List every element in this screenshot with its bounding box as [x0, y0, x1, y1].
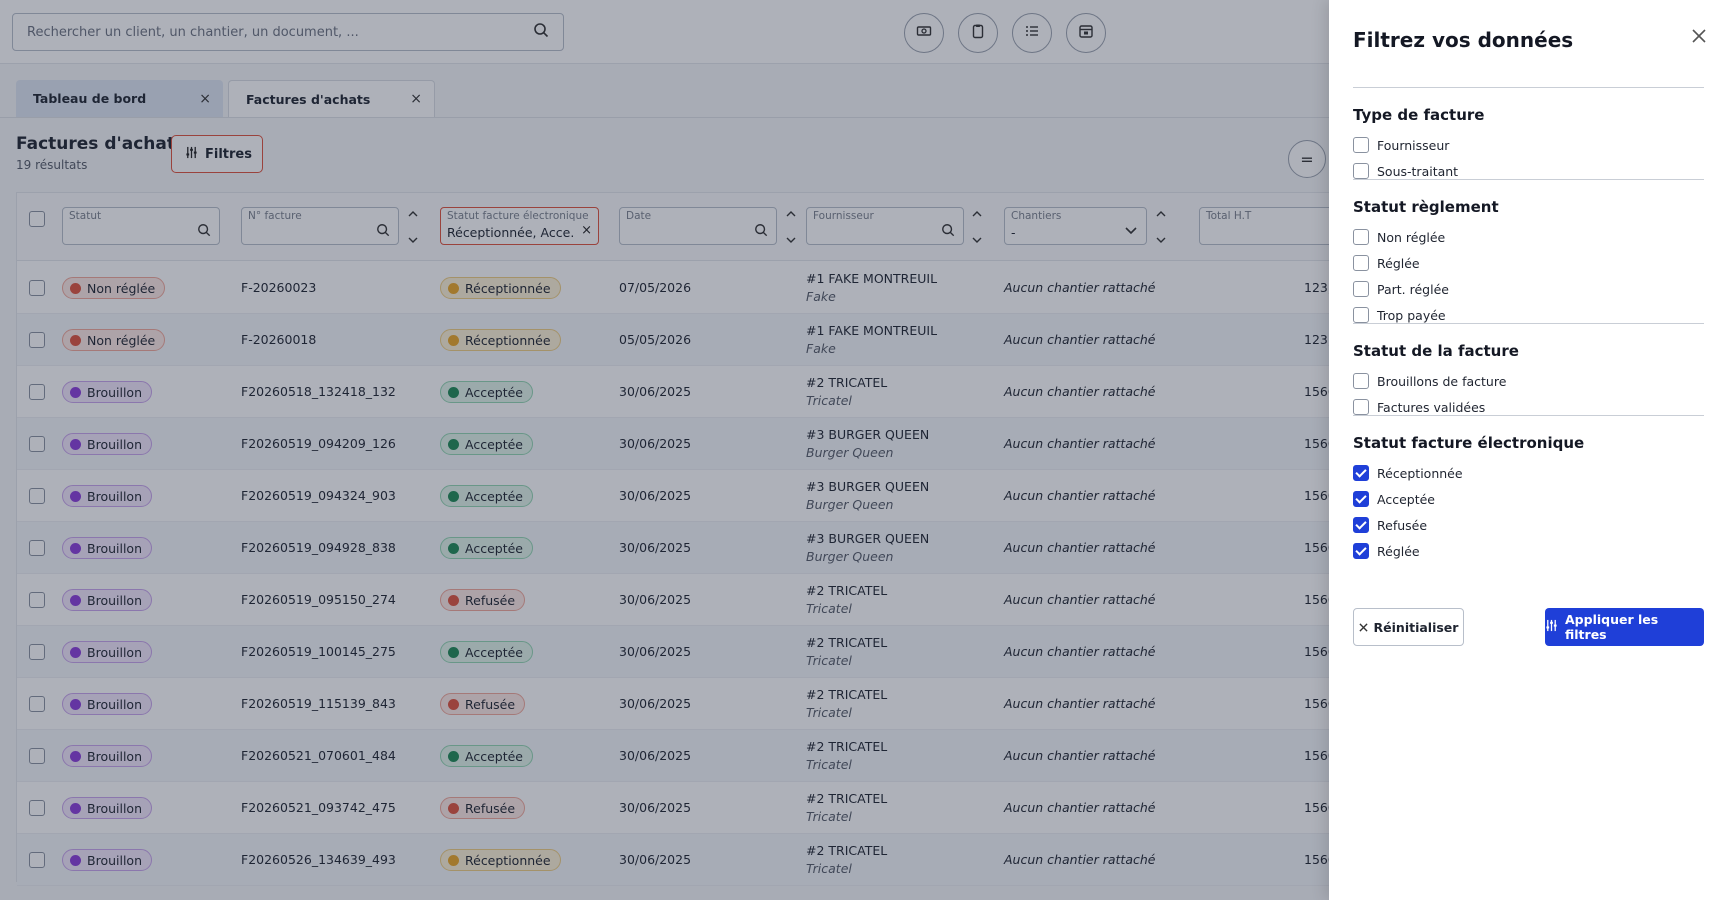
section-title: Type de facture	[1353, 106, 1485, 124]
option-label: Acceptée	[1377, 491, 1435, 507]
section-divider	[1353, 179, 1704, 180]
option-label: Réglée	[1377, 543, 1420, 559]
filter-option[interactable]: Refusée	[1353, 516, 1427, 534]
checkbox[interactable]	[1353, 137, 1369, 153]
checkbox-checked[interactable]	[1353, 543, 1369, 559]
filter-option[interactable]: Fournisseur	[1353, 136, 1449, 154]
checkbox[interactable]	[1353, 281, 1369, 297]
filter-option[interactable]: Acceptée	[1353, 490, 1435, 508]
checkbox[interactable]	[1353, 373, 1369, 389]
apply-filters-button[interactable]: Appliquer les filtres	[1545, 608, 1704, 646]
filter-option[interactable]: Réglée	[1353, 542, 1420, 560]
filter-option[interactable]: Trop payée	[1353, 306, 1446, 324]
option-label: Refusée	[1377, 517, 1428, 533]
filter-option[interactable]: Réglée	[1353, 254, 1420, 272]
option-label: Part. réglée	[1377, 281, 1449, 297]
reset-label: Réinitialiser	[1373, 619, 1459, 635]
sliders-icon	[1545, 619, 1558, 635]
checkbox[interactable]	[1353, 307, 1369, 323]
section-divider	[1353, 415, 1704, 416]
section-title: Statut règlement	[1353, 198, 1499, 216]
filter-option[interactable]: Sous-traitant	[1353, 162, 1458, 180]
section-divider	[1353, 323, 1704, 324]
checkbox[interactable]	[1353, 229, 1369, 245]
option-label: Brouillons de facture	[1377, 373, 1507, 389]
option-label: Réceptionnée	[1377, 465, 1463, 481]
filter-option[interactable]: Part. réglée	[1353, 280, 1449, 298]
reset-button[interactable]: Réinitialiser	[1353, 608, 1464, 646]
close-icon[interactable]	[1690, 27, 1708, 45]
checkbox-checked[interactable]	[1353, 491, 1369, 507]
option-label: Trop payée	[1377, 307, 1446, 323]
option-label: Réglée	[1377, 255, 1420, 271]
checkbox-checked[interactable]	[1353, 517, 1369, 533]
checkbox[interactable]	[1353, 255, 1369, 271]
checkbox[interactable]	[1353, 399, 1369, 415]
checkbox[interactable]	[1353, 163, 1369, 179]
option-label: Fournisseur	[1377, 137, 1450, 153]
checkbox-checked[interactable]	[1353, 465, 1369, 481]
section-divider	[1353, 87, 1704, 88]
option-label: Sous-traitant	[1377, 163, 1459, 179]
section-title: Statut de la facture	[1353, 342, 1519, 360]
option-label: Non réglée	[1377, 229, 1446, 245]
filter-option[interactable]: Factures validées	[1353, 398, 1485, 416]
close-icon	[1358, 620, 1368, 635]
filter-panel: Filtrez vos données Type de facture Fourn…	[1329, 0, 1727, 900]
panel-title: Filtrez vos données	[1353, 28, 1574, 52]
apply-label: Appliquer les filtres	[1565, 612, 1659, 642]
filter-option[interactable]: Réceptionnée	[1353, 464, 1463, 482]
filter-option[interactable]: Brouillons de facture	[1353, 372, 1506, 390]
filter-option[interactable]: Non réglée	[1353, 228, 1445, 246]
section-title: Statut facture électronique	[1353, 434, 1585, 452]
option-label: Factures validées	[1377, 399, 1486, 415]
